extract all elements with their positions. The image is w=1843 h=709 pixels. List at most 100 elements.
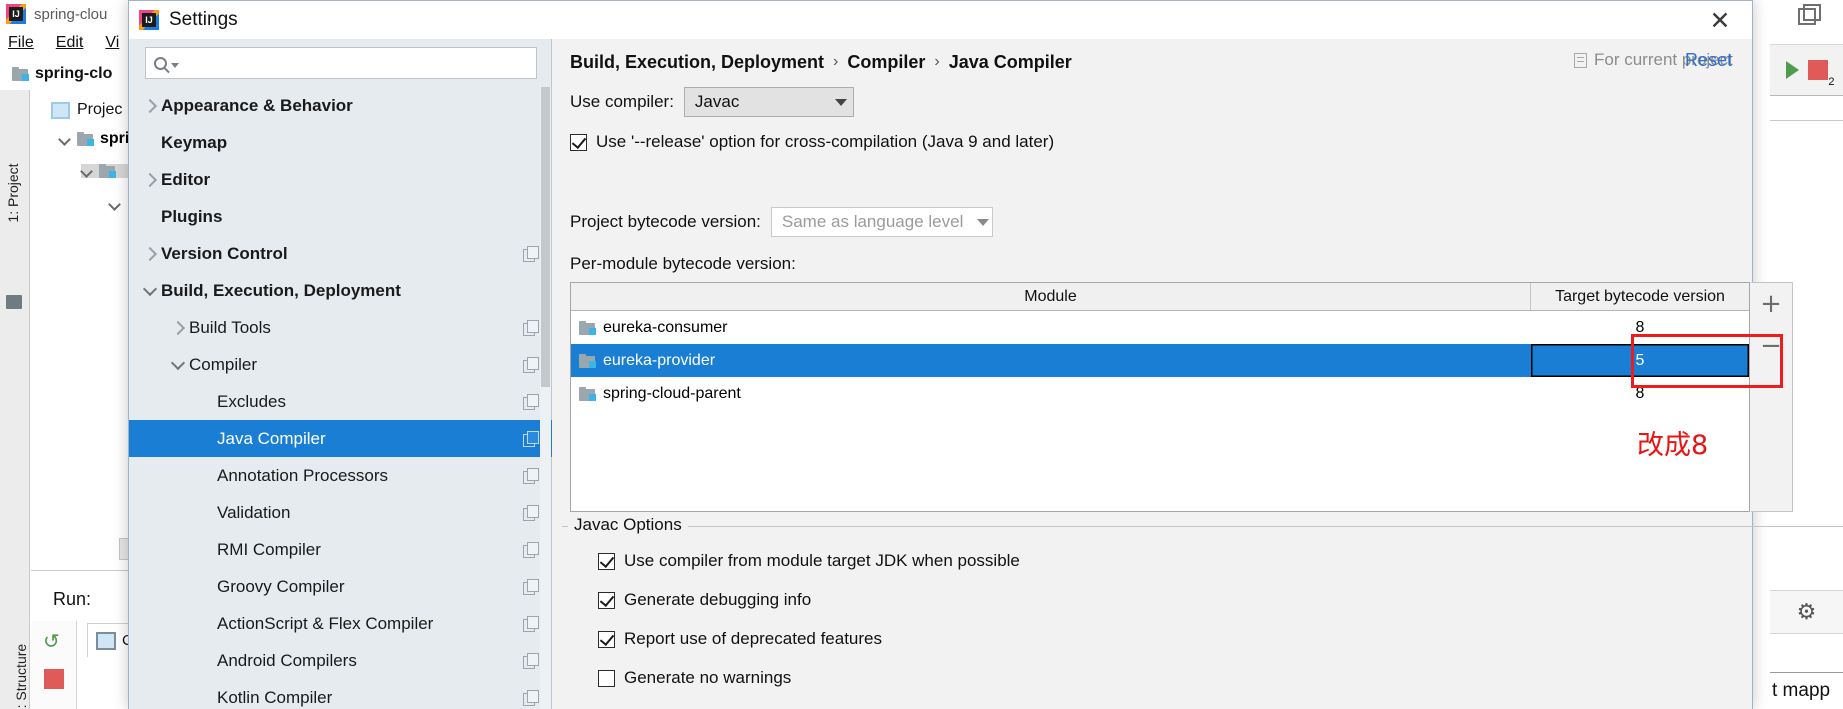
copy-settings-icon[interactable]	[523, 542, 539, 558]
close-icon[interactable]: ✕	[1688, 1, 1752, 39]
add-module-button[interactable]: +	[1751, 283, 1791, 325]
chevron-right-icon[interactable]	[139, 249, 161, 259]
chevron-right-icon[interactable]	[139, 101, 161, 111]
sidebar-scrollbar[interactable]	[540, 87, 551, 709]
table-row[interactable]: eureka-provider 5	[571, 344, 1749, 377]
project-bytecode-select[interactable]: Same as language level	[770, 207, 993, 237]
release-option-row[interactable]: Use '--release' option for cross-compila…	[570, 132, 1054, 152]
chevron-right-icon[interactable]	[139, 175, 161, 185]
cell-module: eureka-provider	[571, 352, 1531, 370]
chevron-down-icon[interactable]	[139, 288, 161, 294]
cell-module-label: eureka-provider	[603, 351, 716, 369]
checkbox[interactable]	[598, 630, 615, 648]
intellij-logo-icon	[6, 4, 26, 24]
copy-settings-icon[interactable]	[523, 394, 539, 410]
sidebar-item-kotlin-compiler[interactable]: Kotlin Compiler	[129, 679, 552, 709]
breadcrumb: Build, Execution, Deployment › Compiler › Ja…	[570, 45, 1072, 79]
sidebar-item-actionscript-flex-compiler[interactable]: ActionScript & Flex Compiler	[129, 605, 552, 642]
toolwindow-button-structure[interactable]: 7: Structure	[13, 637, 29, 709]
sidebar-item-rmi-compiler[interactable]: RMI Compiler	[129, 531, 552, 568]
sidebar-item-validation[interactable]: Validation	[129, 494, 552, 531]
sidebar-item-compiler[interactable]: Compiler	[129, 346, 552, 383]
cell-target-bytecode-version[interactable]: 8	[1531, 385, 1749, 403]
sidebar-item-label: Validation	[217, 502, 291, 522]
copy-settings-icon[interactable]	[523, 431, 539, 447]
ide-right-divider	[1770, 96, 1843, 121]
menu-view[interactable]: Vi	[105, 34, 119, 52]
copy-settings-icon[interactable]	[523, 653, 539, 669]
copy-settings-icon[interactable]	[523, 616, 539, 632]
javac-option-use-compiler-from-module-target-jdk-when-possible[interactable]: Use compiler from module target JDK when…	[598, 551, 1020, 571]
toolwindow-button-project[interactable]: 1: Project	[5, 158, 21, 228]
copy-settings-icon[interactable]	[523, 505, 539, 521]
copy-settings-icon[interactable]	[523, 579, 539, 595]
sidebar-item-excludes[interactable]: Excludes	[129, 383, 552, 420]
menu-file[interactable]: File	[8, 34, 34, 52]
settings-tree: Appearance & Behavior Keymap Editor Plugins…	[129, 87, 552, 709]
checkbox[interactable]	[598, 669, 615, 687]
table-header: Module Target bytecode version	[571, 283, 1749, 311]
intellij-logo-icon	[139, 10, 159, 30]
checkbox[interactable]	[598, 552, 615, 570]
table-row[interactable]: eureka-consumer 8	[571, 311, 1749, 344]
table-row[interactable]: spring-cloud-parent 8	[571, 377, 1749, 410]
cell-module: eureka-consumer	[571, 319, 1531, 337]
reset-link[interactable]: Reset	[1685, 50, 1732, 71]
column-header-target-bytecode-version[interactable]: Target bytecode version	[1531, 283, 1749, 310]
sidebar-item-label: Build Tools	[189, 317, 271, 337]
stop-icon[interactable]	[1807, 60, 1835, 88]
sidebar-scrollbar-thumb[interactable]	[541, 87, 550, 387]
rerun-icon[interactable]: ↺	[43, 629, 65, 653]
sidebar-item-editor[interactable]: Editor	[129, 161, 552, 198]
copy-settings-icon[interactable]	[523, 357, 539, 373]
column-header-module[interactable]: Module	[571, 283, 1531, 310]
sidebar-item-keymap[interactable]: Keymap	[129, 124, 552, 161]
project-bytecode-label: Project bytecode version:	[570, 212, 761, 231]
sidebar-item-groovy-compiler[interactable]: Groovy Compiler	[129, 568, 552, 605]
chevron-down-icon	[834, 98, 847, 106]
copy-settings-icon[interactable]	[523, 468, 539, 484]
sidebar-item-label: Compiler	[189, 354, 258, 374]
run-icon[interactable]	[1785, 61, 1799, 79]
window-restore-icon[interactable]	[1798, 4, 1821, 25]
sidebar-item-java-compiler[interactable]: Java Compiler	[129, 420, 552, 457]
remove-module-button[interactable]: −	[1751, 325, 1791, 367]
chevron-down-icon[interactable]	[167, 362, 189, 368]
javac-options-group: Javac Options Use compiler from module t…	[562, 515, 1843, 709]
checkbox[interactable]	[598, 591, 615, 609]
sidebar-item-plugins[interactable]: Plugins	[129, 198, 552, 235]
cell-target-bytecode-version[interactable]: 5	[1531, 344, 1749, 377]
breadcrumb-item-3[interactable]: Java Compiler	[949, 52, 1072, 73]
sidebar-item-build-execution-deployment[interactable]: Build, Execution, Deployment	[129, 272, 552, 309]
menu-edit[interactable]: Edit	[56, 34, 84, 52]
use-compiler-select[interactable]: Javac	[683, 87, 854, 117]
sidebar-item-version-control[interactable]: Version Control	[129, 235, 552, 272]
project-tree-row-child-2[interactable]	[109, 198, 121, 210]
project-tree-row-root[interactable]: spri	[59, 130, 129, 148]
chevron-right-icon[interactable]	[167, 323, 189, 333]
cell-target-bytecode-version[interactable]: 8	[1531, 319, 1749, 337]
sidebar-item-annotation-processors[interactable]: Annotation Processors	[129, 457, 552, 494]
javac-option-generate-debugging-info[interactable]: Generate debugging info	[598, 590, 1020, 610]
copy-settings-icon[interactable]	[523, 246, 539, 262]
sidebar-item-label: Groovy Compiler	[217, 576, 345, 596]
javac-option-report-use-of-deprecated-features[interactable]: Report use of deprecated features	[598, 629, 1020, 649]
sidebar-item-android-compilers[interactable]: Android Compilers	[129, 642, 552, 679]
breadcrumb-item-2[interactable]: Compiler	[847, 52, 925, 73]
module-folder-icon	[12, 67, 29, 81]
cell-module: spring-cloud-parent	[571, 385, 1531, 403]
copy-settings-icon[interactable]	[523, 320, 539, 336]
project-panel-tab[interactable]: Projec	[51, 96, 122, 124]
settings-main-pane: Build, Execution, Deployment › Compiler › Ja…	[552, 39, 1843, 709]
sidebar-item-appearance-behavior[interactable]: Appearance & Behavior	[129, 87, 552, 124]
breadcrumb-item-1[interactable]: Build, Execution, Deployment	[570, 52, 824, 73]
search-box[interactable]	[145, 47, 537, 79]
copy-settings-icon[interactable]	[523, 690, 539, 706]
navbar-project-name[interactable]: spring-clo	[35, 65, 112, 83]
release-option-checkbox[interactable]	[570, 133, 587, 151]
search-input[interactable]	[179, 48, 536, 78]
sidebar-item-build-tools[interactable]: Build Tools	[129, 309, 552, 346]
stop-icon[interactable]	[44, 669, 64, 689]
dialog-body: Appearance & Behavior Keymap Editor Plugins…	[129, 39, 1843, 709]
javac-option-generate-no-warnings[interactable]: Generate no warnings	[598, 668, 1020, 688]
